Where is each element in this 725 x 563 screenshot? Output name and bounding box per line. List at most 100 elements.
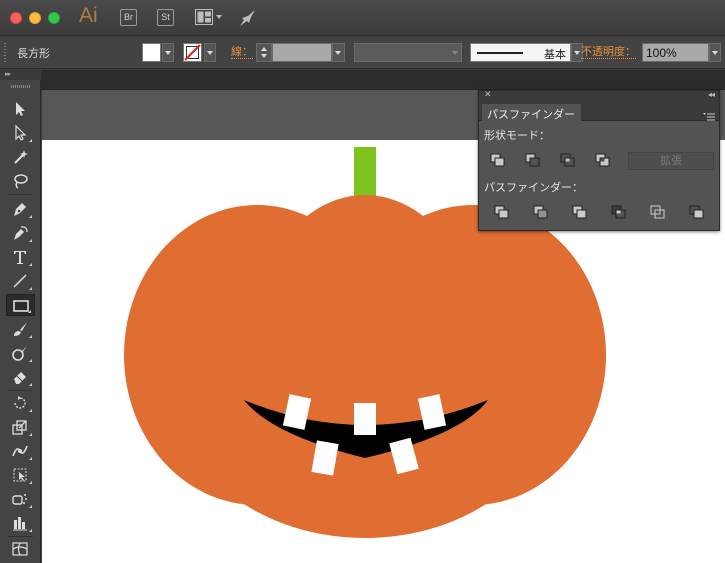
close-window-button[interactable] [10,12,22,24]
outline-icon [650,205,665,219]
crop-button[interactable] [608,203,630,221]
selection-tool-icon [16,102,25,116]
magic-wand-tool[interactable] [6,146,35,168]
fill-color-swatch[interactable] [142,43,161,62]
stroke-color-swatch[interactable] [183,43,202,62]
stock-button[interactable]: St [157,9,174,26]
type-tool-icon [14,251,26,264]
direct-selection-tool[interactable] [6,122,35,144]
brush-definition-select[interactable]: 基本 [470,43,571,62]
blob-brush-tool[interactable] [6,342,35,364]
column-graph-tool-icon [13,517,27,531]
shape-modes-label: 形状モード： [484,129,550,142]
minus-front-icon [525,153,540,167]
tab-pathfinder[interactable]: パスファインダー [482,104,581,121]
intersect-button[interactable] [557,151,579,169]
bridge-button[interactable]: Br [120,9,137,26]
exclude-icon [595,153,610,167]
pen-tool[interactable] [6,198,35,220]
curvature-tool[interactable] [6,222,35,244]
stroke-weight-stepper[interactable] [256,43,272,62]
stroke-weight-dropdown[interactable] [332,43,345,62]
tool-separator [8,390,33,391]
mesh-tool[interactable] [6,538,35,560]
pumpkin-bottom [175,242,555,538]
selection-tool[interactable] [6,98,35,120]
direct-selection-tool-icon [15,124,27,141]
opacity-input[interactable]: 100% [642,43,709,62]
gpu-performance-icon[interactable] [238,9,258,27]
tools-panel: ▸▸ [0,70,41,563]
none-stroke-icon [184,44,201,61]
blob-brush-tool-icon [12,346,27,361]
document-tab-strip [0,70,725,90]
stroke-dropdown[interactable] [204,43,216,62]
current-tool-name: 長方形 [17,47,50,60]
rectangle-tool[interactable] [6,294,35,316]
scale-tool[interactable] [6,416,35,438]
pen-tool-icon [14,203,26,216]
type-tool[interactable] [6,246,35,268]
merge-button[interactable] [569,203,591,221]
variable-width-profile-select[interactable] [354,43,462,62]
intersect-icon [560,153,575,167]
minimize-window-button[interactable] [29,12,41,24]
title-bar: Ai Br St [0,0,725,36]
stroke-weight-input[interactable] [272,43,332,62]
opacity-panel-link[interactable]: 不透明度： [581,45,636,59]
brush-name: 基本 [544,48,566,61]
paintbrush-tool[interactable] [6,318,35,340]
width-tool[interactable] [6,440,35,462]
mesh-tool-icon [12,542,28,556]
panel-tab-bar: パスファインダー [479,103,719,121]
symbol-sprayer-tool[interactable] [6,488,35,510]
pumpkin-tooth [354,403,376,435]
crop-icon [611,205,626,219]
eraser-tool[interactable] [6,366,35,388]
rotate-tool[interactable] [6,392,35,414]
tool-separator [8,194,33,195]
symbol-sprayer-tool-icon [12,494,27,505]
column-graph-tool[interactable] [6,512,35,534]
outline-button[interactable] [647,203,669,221]
control-bar-grip[interactable] [4,43,6,63]
minus-front-button[interactable] [522,151,544,169]
lasso-tool[interactable] [6,170,35,192]
exclude-button[interactable] [592,151,614,169]
divide-button[interactable] [491,203,513,221]
minus-back-button[interactable] [686,203,708,221]
width-tool-icon [12,445,28,457]
scale-tool-icon [12,420,27,435]
panel-title-bar[interactable]: ✕ ◂◂ [479,90,719,103]
lasso-tool-icon [14,174,28,189]
panel-menu-icon[interactable] [703,107,715,121]
line-segment-tool-icon [13,274,27,288]
rotate-tool-icon [14,396,26,409]
merge-icon [572,205,587,219]
line-segment-tool[interactable] [6,270,35,292]
maximize-window-button[interactable] [48,12,60,24]
arrange-documents-button[interactable] [195,9,225,26]
app-logo: Ai [79,4,98,27]
expand-panel-icon[interactable]: ▸▸ [5,70,11,78]
minus-back-icon [689,205,704,219]
expand-button[interactable]: 拡張 [628,152,714,170]
trim-icon [533,205,548,219]
tools-panel-header[interactable]: ▸▸ [0,70,41,80]
curvature-tool-icon [14,226,28,240]
unite-button[interactable] [487,151,509,169]
fill-dropdown[interactable] [162,43,174,62]
tools-panel-grip[interactable] [11,85,30,88]
brush-preview-line [477,52,523,54]
collapse-panel-icon[interactable]: ◂◂ [708,90,715,99]
stroke-panel-link[interactable]: 線： [231,45,253,59]
unite-icon [490,153,505,167]
free-transform-tool[interactable] [6,464,35,486]
pumpkin-stem [354,147,376,202]
divide-icon [494,205,509,219]
magic-wand-tool-icon [14,150,28,164]
close-icon[interactable]: ✕ [484,90,492,100]
eraser-tool-icon [14,372,26,384]
trim-button[interactable] [530,203,552,221]
opacity-dropdown[interactable] [709,43,721,62]
